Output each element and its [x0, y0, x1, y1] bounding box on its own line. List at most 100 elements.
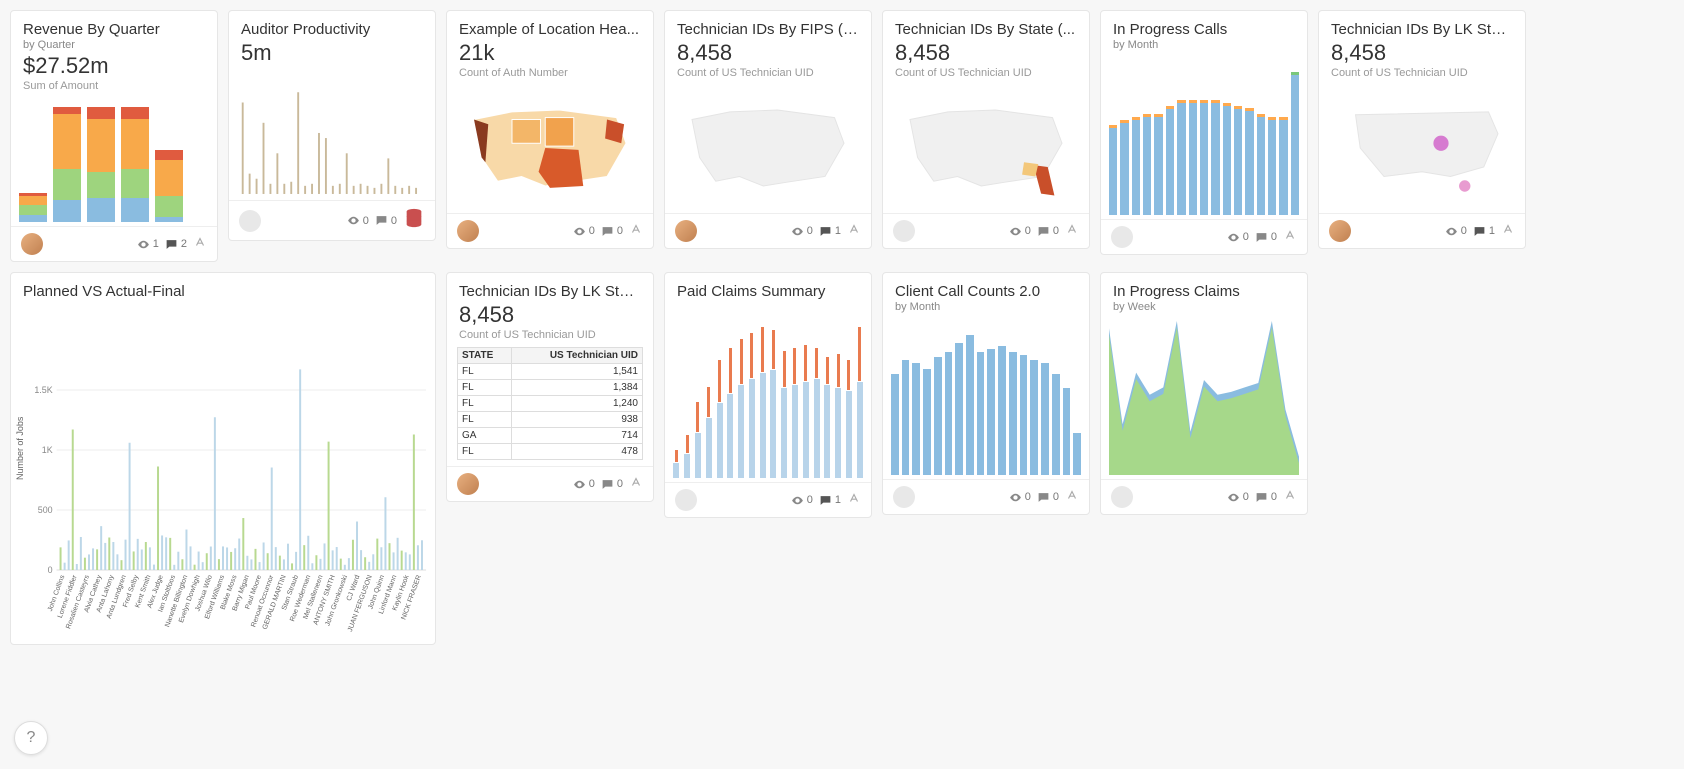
- share-icon[interactable]: [1283, 228, 1297, 247]
- table-header: STATE: [458, 348, 512, 364]
- card-value: 8,458: [895, 40, 1077, 66]
- card-value: 5m: [241, 40, 423, 66]
- avatar: [893, 220, 915, 242]
- views-icon: [1009, 225, 1022, 238]
- card-heatmap[interactable]: Example of Location Hea... 21k Count of …: [446, 10, 654, 249]
- calls-chart: [1101, 55, 1307, 219]
- comments-count: 1: [1489, 225, 1495, 237]
- card-metric: Count of US Technician UID: [1331, 67, 1513, 79]
- views-count: 0: [807, 494, 813, 506]
- comments-count: 0: [1271, 231, 1277, 243]
- card-metric: Count of US Technician UID: [459, 329, 641, 341]
- state-map: [883, 83, 1089, 213]
- claims-chart: [1101, 317, 1307, 479]
- card-fips[interactable]: Technician IDs By FIPS (D... 8,458 Count…: [664, 10, 872, 249]
- comments-icon: [601, 478, 614, 491]
- views-icon: [791, 225, 804, 238]
- planned-chart: Number of Jobs 05001K1.5K John CollinsLo…: [11, 304, 435, 644]
- card-clientcalls[interactable]: Client Call Counts 2.0 by Month 0 0: [882, 272, 1090, 515]
- comments-count: 0: [391, 215, 397, 227]
- views-count: 1: [153, 238, 159, 250]
- views-icon: [791, 494, 804, 507]
- comments-icon: [1473, 225, 1486, 238]
- card-title: Example of Location Hea...: [459, 21, 641, 38]
- share-icon[interactable]: [847, 222, 861, 241]
- card-value: 8,458: [1331, 40, 1513, 66]
- help-button[interactable]: ?: [14, 721, 48, 755]
- table-row[interactable]: GA714: [458, 428, 643, 444]
- share-icon[interactable]: [847, 491, 861, 510]
- views-count: 0: [363, 215, 369, 227]
- dashboard-grid: Revenue By Quarter by Quarter $27.52m Su…: [10, 10, 1674, 645]
- views-icon: [1009, 491, 1022, 504]
- table-row[interactable]: FL938: [458, 412, 643, 428]
- lkstate-table-wrap: STATEUS Technician UID FL1,541FL1,384FL1…: [447, 345, 653, 466]
- views-icon: [1445, 225, 1458, 238]
- share-icon[interactable]: [1065, 488, 1079, 507]
- card-auditor[interactable]: Auditor Productivity 5m 0 0: [228, 10, 436, 241]
- card-title: Paid Claims Summary: [677, 283, 859, 300]
- card-title: Client Call Counts 2.0: [895, 283, 1077, 300]
- share-icon[interactable]: [629, 222, 643, 241]
- card-title: Technician IDs By LK Stat...: [459, 283, 641, 300]
- svg-text:0: 0: [48, 565, 53, 575]
- views-count: 0: [1025, 225, 1031, 237]
- card-value: 21k: [459, 40, 641, 66]
- card-revenue[interactable]: Revenue By Quarter by Quarter $27.52m Su…: [10, 10, 218, 262]
- card-paid[interactable]: Paid Claims Summary 0 1: [664, 272, 872, 518]
- card-state[interactable]: Technician IDs By State (... 8,458 Count…: [882, 10, 1090, 249]
- card-title: Technician IDs By LK Stat...: [1331, 21, 1513, 38]
- share-icon[interactable]: [629, 475, 643, 494]
- revenue-chart: [11, 96, 217, 226]
- paid-chart: [665, 304, 871, 482]
- comments-icon: [1037, 225, 1050, 238]
- card-planned[interactable]: Planned VS Actual-Final Number of Jobs 0…: [10, 272, 436, 645]
- card-calls[interactable]: In Progress Calls by Month 0 0: [1100, 10, 1308, 255]
- card-lkstate-table[interactable]: Technician IDs By LK Stat... 8,458 Count…: [446, 272, 654, 502]
- comments-count: 2: [181, 238, 187, 250]
- comments-icon: [819, 494, 832, 507]
- avatar: [457, 220, 479, 242]
- card-by: by Week: [1113, 301, 1295, 313]
- share-icon[interactable]: [1065, 222, 1079, 241]
- comments-count: 0: [617, 478, 623, 490]
- table-row[interactable]: FL1,541: [458, 364, 643, 380]
- views-icon: [1227, 491, 1240, 504]
- card-by: by Month: [1113, 39, 1295, 51]
- table-row[interactable]: FL1,240: [458, 396, 643, 412]
- views-count: 0: [589, 478, 595, 490]
- comments-count: 0: [1053, 225, 1059, 237]
- share-icon[interactable]: [1283, 488, 1297, 507]
- comments-count: 0: [1053, 491, 1059, 503]
- views-icon: [573, 225, 586, 238]
- views-count: 0: [1243, 491, 1249, 503]
- card-lkstate-map[interactable]: Technician IDs By LK Stat... 8,458 Count…: [1318, 10, 1526, 249]
- card-claims[interactable]: In Progress Claims by Week 0 0: [1100, 272, 1308, 515]
- avatar: [675, 489, 697, 511]
- table-row[interactable]: FL1,384: [458, 380, 643, 396]
- comments-icon: [1037, 491, 1050, 504]
- card-metric: Sum of Amount: [23, 80, 205, 92]
- clientcalls-chart: [883, 317, 1089, 479]
- card-title: Revenue By Quarter: [23, 21, 205, 38]
- card-value: 8,458: [459, 302, 641, 328]
- table-row[interactable]: FL478: [458, 444, 643, 460]
- share-icon[interactable]: [1501, 222, 1515, 241]
- card-title: In Progress Calls: [1113, 21, 1295, 38]
- views-count: 0: [589, 225, 595, 237]
- avatar: [239, 210, 261, 232]
- avatar: [893, 486, 915, 508]
- card-metric: Count of US Technician UID: [895, 67, 1077, 79]
- database-icon: [403, 207, 425, 234]
- card-value: 8,458: [677, 40, 859, 66]
- views-count: 0: [1461, 225, 1467, 237]
- comments-icon: [375, 214, 388, 227]
- card-title: Planned VS Actual-Final: [23, 283, 423, 300]
- lkstate-table: STATEUS Technician UID FL1,541FL1,384FL1…: [457, 347, 643, 460]
- svg-text:Number of Jobs: Number of Jobs: [15, 416, 25, 480]
- views-count: 0: [807, 225, 813, 237]
- card-title: Technician IDs By State (...: [895, 21, 1077, 38]
- fips-map: [665, 83, 871, 213]
- share-icon[interactable]: [193, 235, 207, 254]
- avatar: [1111, 226, 1133, 248]
